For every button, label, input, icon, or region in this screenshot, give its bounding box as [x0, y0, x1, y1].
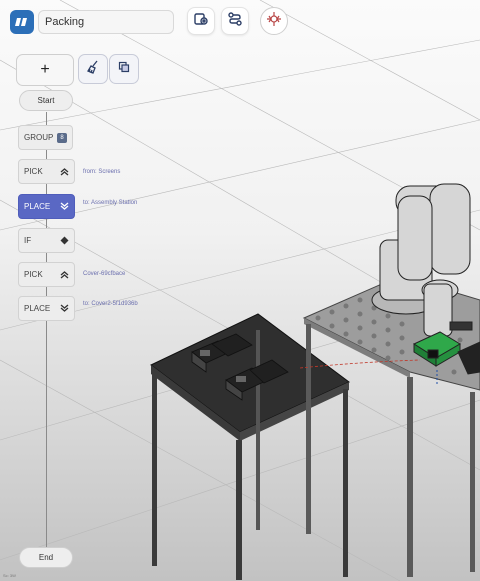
- robot-button[interactable]: [260, 7, 288, 35]
- program-name: Packing: [45, 16, 85, 28]
- devices-button[interactable]: [187, 7, 215, 35]
- step-label: PLACE: [24, 304, 51, 313]
- start-label: Start: [37, 96, 55, 105]
- step-label: IF: [24, 236, 32, 245]
- chevron-down-double-icon: [59, 303, 70, 314]
- step-label: PICK: [24, 167, 43, 176]
- start-node[interactable]: Start: [19, 90, 73, 111]
- brand-logo-icon[interactable]: [10, 10, 34, 34]
- step-detail-2: to: Assembly Station: [83, 200, 138, 206]
- step-label: PLACE: [24, 202, 51, 211]
- clean-button[interactable]: [78, 54, 108, 84]
- add-step-button[interactable]: +: [16, 54, 74, 86]
- plus-icon: +: [40, 61, 50, 78]
- duplicate-button[interactable]: [109, 54, 139, 84]
- parts-table: [150, 313, 350, 580]
- group-count-badge: 8: [57, 133, 67, 143]
- step-if[interactable]: IF: [18, 228, 75, 253]
- duplicate-icon: [118, 60, 130, 78]
- robot-arm-icon: [265, 10, 283, 33]
- end-node[interactable]: End: [19, 547, 73, 568]
- step-detail-5: to: Cover2-5f1d936b: [83, 301, 138, 307]
- device-settings-icon: [193, 11, 209, 32]
- chevron-up-double-icon: [59, 166, 70, 177]
- robot-cell-viewport[interactable]: [0, 0, 480, 581]
- step-place-1[interactable]: PLACE: [18, 194, 75, 219]
- step-pick-2[interactable]: PICK: [18, 262, 75, 287]
- footer-note: Sc: 3W: [3, 573, 16, 578]
- chevron-up-double-icon: [59, 269, 70, 280]
- step-pick-1[interactable]: PICK: [18, 159, 75, 184]
- broom-icon: [85, 59, 101, 80]
- end-label: End: [38, 553, 54, 562]
- robot-table: [302, 275, 480, 577]
- diamond-icon: [59, 235, 70, 246]
- step-detail-4: Cover-69cfbace: [83, 271, 126, 277]
- path-button[interactable]: [221, 7, 249, 35]
- step-place-2[interactable]: PLACE: [18, 296, 75, 321]
- group-label: GROUP: [24, 133, 54, 142]
- group-node[interactable]: GROUP 8: [18, 125, 73, 150]
- chevron-down-double-icon: [59, 201, 70, 212]
- step-detail-1: from: Screens: [83, 169, 121, 175]
- program-name-field[interactable]: Packing: [38, 10, 174, 34]
- route-icon: [227, 11, 243, 32]
- step-label: PICK: [24, 270, 43, 279]
